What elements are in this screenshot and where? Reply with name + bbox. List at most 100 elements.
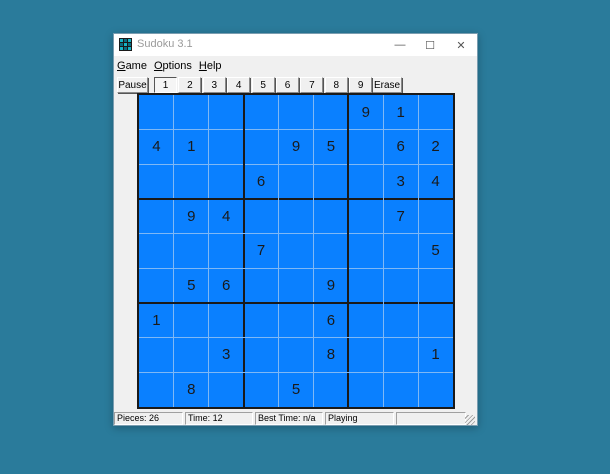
cell-r3c5[interactable] <box>279 164 314 199</box>
cell-r4c6[interactable] <box>313 199 348 234</box>
cell-r9c1[interactable] <box>139 372 174 407</box>
cell-r5c1[interactable] <box>139 234 174 269</box>
cell-r7c9[interactable] <box>418 303 453 338</box>
cell-r2c2[interactable]: 1 <box>174 130 209 165</box>
cell-r5c5[interactable] <box>279 234 314 269</box>
cell-r7c4[interactable] <box>244 303 279 338</box>
menu-game[interactable]: Game <box>117 60 147 72</box>
cell-r4c7[interactable] <box>348 199 383 234</box>
cell-r5c7[interactable] <box>348 234 383 269</box>
cell-r1c5[interactable] <box>279 95 314 130</box>
cell-r6c5[interactable] <box>279 268 314 303</box>
cell-r6c1[interactable] <box>139 268 174 303</box>
cell-r7c6[interactable]: 6 <box>313 303 348 338</box>
cell-r5c4[interactable]: 7 <box>244 234 279 269</box>
number-button-7[interactable]: 7 <box>300 77 324 93</box>
cell-r1c6[interactable] <box>313 95 348 130</box>
number-button-3[interactable]: 3 <box>202 77 226 93</box>
cell-r4c9[interactable] <box>418 199 453 234</box>
cell-r5c6[interactable] <box>313 234 348 269</box>
cell-r2c5[interactable]: 9 <box>279 130 314 165</box>
cell-r8c6[interactable]: 8 <box>313 338 348 373</box>
cell-r1c2[interactable] <box>174 95 209 130</box>
cell-r3c4[interactable]: 6 <box>244 164 279 199</box>
cell-r4c3[interactable]: 4 <box>209 199 244 234</box>
cell-r9c5[interactable]: 5 <box>279 372 314 407</box>
cell-r1c7[interactable]: 9 <box>348 95 383 130</box>
cell-r2c9[interactable]: 2 <box>418 130 453 165</box>
cell-r7c2[interactable] <box>174 303 209 338</box>
cell-r8c2[interactable] <box>174 338 209 373</box>
cell-r8c8[interactable] <box>383 338 418 373</box>
cell-r6c7[interactable] <box>348 268 383 303</box>
cell-r2c4[interactable] <box>244 130 279 165</box>
maximize-button[interactable]: ☐ <box>414 34 446 56</box>
cell-r4c1[interactable] <box>139 199 174 234</box>
cell-r3c6[interactable] <box>313 164 348 199</box>
close-button[interactable]: ✕ <box>445 34 477 56</box>
cell-r5c9[interactable]: 5 <box>418 234 453 269</box>
cell-r4c2[interactable]: 9 <box>174 199 209 234</box>
cell-r1c4[interactable] <box>244 95 279 130</box>
cell-r6c4[interactable] <box>244 268 279 303</box>
cell-r5c8[interactable] <box>383 234 418 269</box>
cell-r9c2[interactable]: 8 <box>174 372 209 407</box>
cell-r2c8[interactable]: 6 <box>383 130 418 165</box>
menu-options[interactable]: Options <box>154 60 192 72</box>
resize-grip-icon[interactable] <box>465 415 475 425</box>
cell-r3c8[interactable]: 3 <box>383 164 418 199</box>
cell-r3c1[interactable] <box>139 164 174 199</box>
pause-button[interactable]: Pause <box>117 77 148 93</box>
cell-r8c5[interactable] <box>279 338 314 373</box>
cell-r5c2[interactable] <box>174 234 209 269</box>
cell-r1c9[interactable] <box>418 95 453 130</box>
cell-r3c9[interactable]: 4 <box>418 164 453 199</box>
number-button-6[interactable]: 6 <box>276 77 299 93</box>
cell-r3c7[interactable] <box>348 164 383 199</box>
cell-r8c4[interactable] <box>244 338 279 373</box>
number-button-5[interactable]: 5 <box>251 77 275 93</box>
cell-r9c4[interactable] <box>244 372 279 407</box>
cell-r9c7[interactable] <box>348 372 383 407</box>
cell-r6c9[interactable] <box>418 268 453 303</box>
number-button-2[interactable]: 2 <box>178 77 202 93</box>
cell-r7c3[interactable] <box>209 303 244 338</box>
minimize-button[interactable]: — <box>384 34 416 56</box>
cell-r4c8[interactable]: 7 <box>383 199 418 234</box>
cell-r8c3[interactable]: 3 <box>209 338 244 373</box>
cell-r6c2[interactable]: 5 <box>174 268 209 303</box>
number-button-1[interactable]: 1 <box>154 77 177 93</box>
cell-r8c9[interactable]: 1 <box>418 338 453 373</box>
number-button-4[interactable]: 4 <box>227 77 251 93</box>
cell-r3c2[interactable] <box>174 164 209 199</box>
menu-help[interactable]: Help <box>199 60 222 72</box>
title-bar[interactable]: Sudoku 3.1 — ☐ ✕ <box>114 34 477 56</box>
cell-r1c1[interactable] <box>139 95 174 130</box>
cell-r7c8[interactable] <box>383 303 418 338</box>
cell-r9c6[interactable] <box>313 372 348 407</box>
number-button-9[interactable]: 9 <box>349 77 373 93</box>
cell-r2c6[interactable]: 5 <box>313 130 348 165</box>
erase-button[interactable]: Erase <box>372 77 402 93</box>
cell-r6c8[interactable] <box>383 268 418 303</box>
cell-r4c4[interactable] <box>244 199 279 234</box>
cell-r2c3[interactable] <box>209 130 244 165</box>
cell-r2c1[interactable]: 4 <box>139 130 174 165</box>
cell-r3c3[interactable] <box>209 164 244 199</box>
cell-r7c5[interactable] <box>279 303 314 338</box>
cell-r8c1[interactable] <box>139 338 174 373</box>
cell-r6c6[interactable]: 9 <box>313 268 348 303</box>
cell-r4c5[interactable] <box>279 199 314 234</box>
cell-r7c7[interactable] <box>348 303 383 338</box>
cell-r9c9[interactable] <box>418 372 453 407</box>
cell-r1c3[interactable] <box>209 95 244 130</box>
cell-r1c8[interactable]: 1 <box>383 95 418 130</box>
cell-r9c8[interactable] <box>383 372 418 407</box>
number-button-8[interactable]: 8 <box>324 77 348 93</box>
cell-r6c3[interactable]: 6 <box>209 268 244 303</box>
cell-r7c1[interactable]: 1 <box>139 303 174 338</box>
cell-r8c7[interactable] <box>348 338 383 373</box>
cell-r5c3[interactable] <box>209 234 244 269</box>
cell-r2c7[interactable] <box>348 130 383 165</box>
cell-r9c3[interactable] <box>209 372 244 407</box>
